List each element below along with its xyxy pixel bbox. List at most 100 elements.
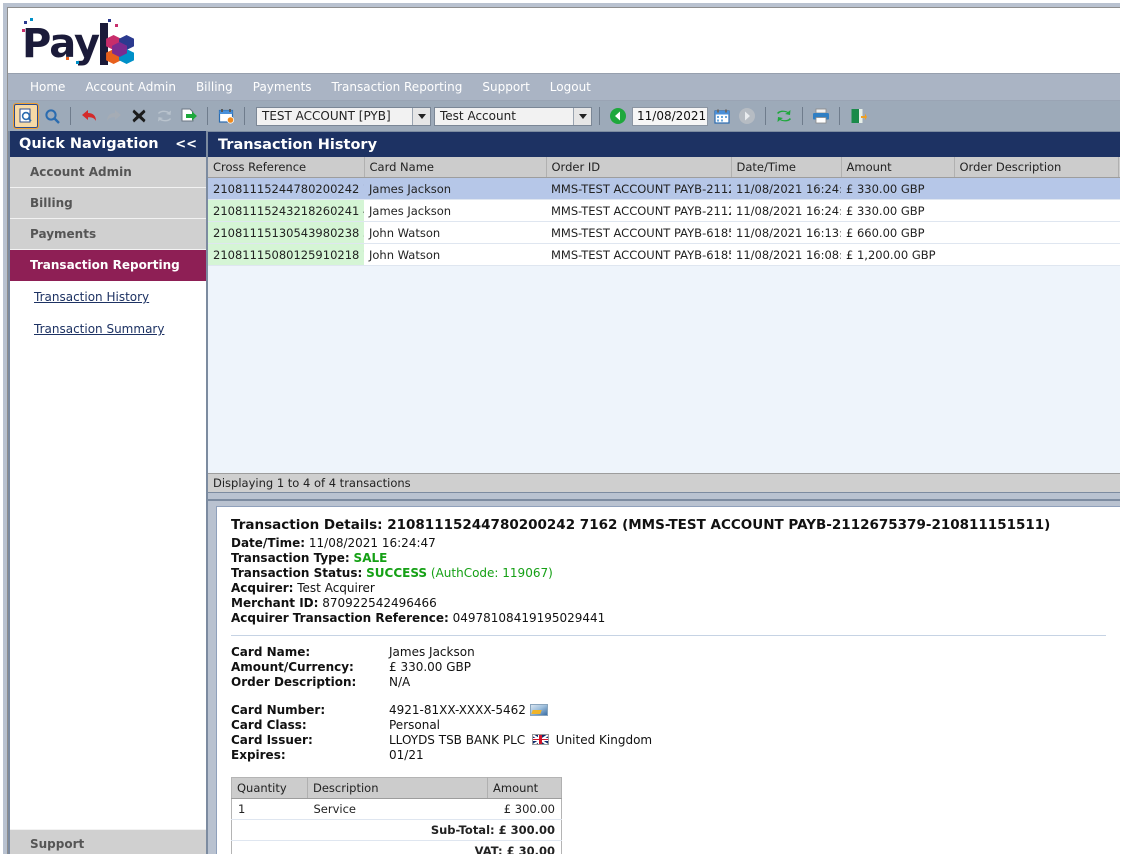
table-row[interactable]: 21081115244780200242 7162 James Jackson …: [208, 177, 1120, 200]
details-acquirer-label: Acquirer:: [231, 581, 294, 595]
card-number-text: 4921-81XX-XXXX-5462: [389, 703, 526, 717]
cell-order-description: [954, 199, 1118, 222]
sidebar-item-label: Transaction Reporting: [30, 258, 180, 272]
details-card-name-label: Card Name:: [231, 645, 311, 659]
details-divider: [231, 635, 1106, 636]
column-header-status[interactable]: C...: [1118, 157, 1120, 178]
details-card-class-row: Card Class: Personal: [231, 718, 1106, 733]
calendar-add-icon[interactable]: [215, 105, 237, 127]
forward-arrow-icon[interactable]: [103, 105, 125, 127]
toolbar-separator: [802, 107, 803, 125]
magnifier-icon[interactable]: [41, 105, 63, 127]
table-row[interactable]: 21081115080125910218 7293 John Watson MM…: [208, 243, 1120, 266]
application-window: Pay Home Account Admin Billing Payments …: [0, 0, 1123, 857]
table-row[interactable]: 21081115130543980238 3650 John Watson MM…: [208, 221, 1120, 244]
export-excel-icon[interactable]: [847, 105, 869, 127]
account-select[interactable]: TEST ACCOUNT [PYB]: [256, 106, 431, 126]
items-blank-cell: [231, 840, 308, 854]
sidebar-item-account-admin[interactable]: Account Admin: [10, 157, 206, 188]
table-row[interactable]: 21081115243218260241 4836 James Jackson …: [208, 199, 1120, 222]
main-toolbar: TEST ACCOUNT [PYB] Test Account 11/08/20…: [8, 101, 1120, 133]
export-icon[interactable]: [178, 105, 200, 127]
search-document-icon[interactable]: [13, 103, 39, 129]
card-issuer-text: LLOYDS TSB BANK PLC: [389, 733, 526, 747]
details-type-label: Transaction Type:: [231, 551, 350, 565]
sidebar-item-support[interactable]: Support: [10, 829, 206, 854]
logo-dot: [115, 24, 118, 27]
menu-item-payments[interactable]: Payments: [243, 77, 322, 97]
menu-item-logout[interactable]: Logout: [540, 77, 601, 97]
chevron-down-icon[interactable]: [573, 107, 591, 125]
cell-order-id: MMS-TEST ACCOUNT PAYB-618596...: [546, 221, 731, 244]
menu-item-support[interactable]: Support: [472, 77, 539, 97]
sidebar-link-transaction-history[interactable]: Transaction History: [10, 281, 206, 313]
logo-dot: [24, 21, 27, 24]
details-expires-label: Expires:: [231, 748, 286, 762]
details-acquirer-ref-label: Acquirer Transaction Reference:: [231, 611, 449, 625]
refresh-disabled-icon[interactable]: [153, 105, 175, 127]
sidebar-item-transaction-reporting[interactable]: Transaction Reporting: [10, 250, 206, 281]
column-header-order-description[interactable]: Order Description: [954, 157, 1119, 178]
cell-status: [1118, 177, 1120, 200]
sidebar-item-payments[interactable]: Payments: [10, 219, 206, 250]
cell-order-id: MMS-TEST ACCOUNT PAYB-618596...: [546, 243, 731, 266]
back-arrow-icon[interactable]: [78, 105, 100, 127]
delete-x-icon[interactable]: [128, 105, 150, 127]
column-header-card-name[interactable]: Card Name: [364, 157, 547, 178]
toolbar-separator: [765, 107, 766, 125]
menu-item-transaction-reporting[interactable]: Transaction Reporting: [322, 77, 473, 97]
toolbar-separator: [839, 107, 840, 125]
cell-status: [1118, 199, 1120, 222]
details-card-number-value: 4921-81XX-XXXX-5462: [389, 703, 548, 718]
column-header-cross-reference[interactable]: Cross Reference: [208, 157, 365, 178]
menu-item-account-admin[interactable]: Account Admin: [75, 77, 186, 97]
sidebar-link-transaction-summary[interactable]: Transaction Summary: [10, 313, 206, 345]
details-expires-row: Expires: 01/21: [231, 748, 1106, 763]
calendar-picker-icon[interactable]: [711, 105, 733, 127]
cell-order-description: [954, 243, 1118, 266]
date-input[interactable]: 11/08/2021: [632, 106, 708, 126]
logo-dot: [108, 19, 111, 22]
details-datetime-value: 11/08/2021 16:24:47: [308, 536, 436, 550]
sidebar-collapse-button[interactable]: <<: [175, 137, 197, 152]
line-items-table: Quantity Description Amount 1 Service £ …: [231, 777, 562, 854]
content-area: Transaction History Cross Reference Card…: [208, 131, 1120, 854]
refresh-icon[interactable]: [773, 105, 795, 127]
table-header-row: Cross Reference Card Name Order ID Date/…: [208, 157, 1120, 178]
items-subtotal: Sub-Total: £ 300.00: [307, 819, 562, 841]
previous-day-button[interactable]: [607, 105, 629, 127]
logo-wordmark: Pay: [22, 21, 100, 67]
application-frame: Pay Home Account Admin Billing Payments …: [7, 7, 1120, 854]
cell-card-name: James Jackson: [364, 177, 546, 200]
menu-item-billing[interactable]: Billing: [186, 77, 243, 97]
details-authcode: (AuthCode: 119067): [430, 566, 553, 580]
logo-dot: [76, 61, 79, 64]
grid-status-bar: Displaying 1 to 4 of 4 transactions: [208, 473, 1120, 492]
items-subtotal-row: Sub-Total: £ 300.00: [231, 819, 562, 841]
next-day-button[interactable]: [736, 105, 758, 127]
items-cell-quantity: 1: [231, 798, 308, 820]
toolbar-separator: [244, 107, 245, 125]
menu-item-home[interactable]: Home: [20, 77, 75, 97]
column-header-amount[interactable]: Amount: [841, 157, 955, 178]
logo-dot: [30, 18, 33, 21]
sub-account-select-value: Test Account: [440, 109, 516, 123]
details-card-class-value: Personal: [389, 718, 441, 732]
details-amount-label: Amount/Currency:: [231, 660, 354, 674]
cell-datetime: 11/08/2021 16:24:32: [731, 199, 841, 222]
uk-flag-icon: [531, 734, 549, 745]
items-column-quantity: Quantity: [231, 777, 308, 799]
sidebar-item-label: Account Admin: [30, 165, 132, 179]
chevron-down-icon[interactable]: [412, 107, 430, 125]
cell-card-name: John Watson: [364, 221, 546, 244]
logo-b-mark: [100, 23, 135, 65]
sidebar-spacer: [10, 345, 206, 829]
sub-account-select[interactable]: Test Account: [434, 106, 592, 126]
column-header-datetime[interactable]: Date/Time: [731, 157, 842, 178]
toolbar-separator: [599, 107, 600, 125]
cell-datetime: 11/08/2021 16:24:47: [731, 177, 841, 200]
print-icon[interactable]: [810, 105, 832, 127]
details-acquirer-ref-value: 04978108419195029441: [452, 611, 606, 625]
sidebar-item-billing[interactable]: Billing: [10, 188, 206, 219]
column-header-order-id[interactable]: Order ID: [546, 157, 732, 178]
